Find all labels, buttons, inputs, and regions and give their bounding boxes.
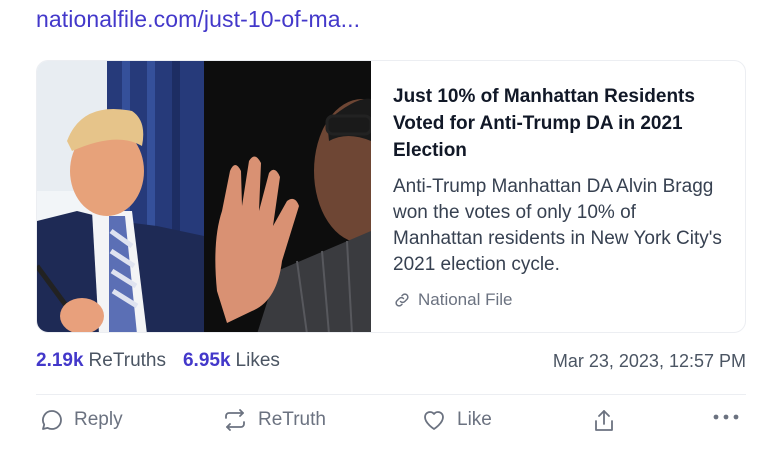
likes-stat[interactable]: 6.95k Likes	[183, 350, 280, 372]
heart-icon	[421, 408, 447, 432]
link-preview-card[interactable]: Just 10% of Manhattan Residents Voted fo…	[36, 60, 746, 333]
retruths-stat[interactable]: 2.19k ReTruths	[36, 350, 166, 372]
like-button[interactable]: Like	[421, 408, 492, 432]
article-link[interactable]: nationalfile.com/just-10-of-ma...	[36, 6, 360, 33]
reply-button[interactable]: Reply	[40, 408, 123, 432]
retruths-count: 2.19k	[36, 350, 84, 371]
post: nationalfile.com/just-10-of-ma... Just 1…	[0, 0, 777, 468]
divider	[36, 394, 746, 395]
share-icon	[592, 408, 616, 434]
like-label: Like	[457, 409, 492, 430]
likes-label: Likes	[235, 350, 280, 371]
action-bar: Reply ReTruth Like	[40, 408, 746, 442]
card-body: Just 10% of Manhattan Residents Voted fo…	[371, 61, 745, 332]
more-icon	[712, 412, 740, 422]
card-source-label: National File	[418, 290, 513, 309]
post-stats: 2.19k ReTruths 6.95k Likes Mar 23, 2023,…	[36, 350, 746, 372]
share-button[interactable]	[592, 408, 626, 434]
link-icon	[393, 291, 411, 309]
reply-icon	[40, 408, 64, 432]
retruth-button[interactable]: ReTruth	[222, 408, 326, 432]
reply-label: Reply	[74, 409, 123, 430]
card-thumbnail	[37, 61, 371, 332]
card-title[interactable]: Just 10% of Manhattan Residents Voted fo…	[393, 83, 725, 164]
retruth-label: ReTruth	[258, 409, 326, 430]
card-description: Anti-Trump Manhattan DA Alvin Bragg won …	[393, 176, 722, 275]
likes-count: 6.95k	[182, 350, 231, 371]
post-timestamp: Mar 23, 2023, 12:57 PM	[552, 350, 746, 371]
retruth-icon	[222, 408, 248, 432]
card-source: National File	[393, 290, 725, 310]
more-options-button[interactable]	[712, 412, 750, 422]
retruths-label: ReTruths	[88, 350, 166, 371]
